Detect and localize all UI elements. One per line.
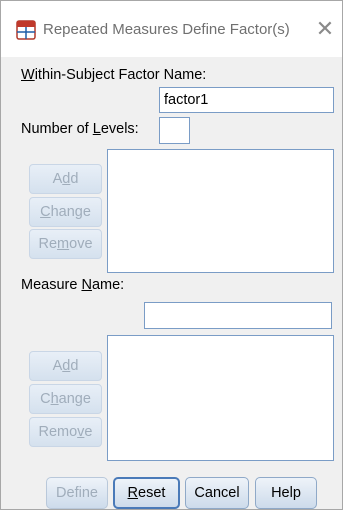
help-button[interactable]: Help — [255, 477, 317, 509]
define-factors-dialog: Repeated Measures Define Factor(s) ✕ Wit… — [0, 0, 343, 510]
factor-change-button[interactable]: Change — [29, 197, 102, 227]
measure-remove-button[interactable]: Remove — [29, 417, 102, 447]
define-button[interactable]: Define — [46, 477, 108, 509]
factor-add-button[interactable]: Add — [29, 164, 102, 194]
cancel-button[interactable]: Cancel — [185, 477, 249, 509]
reset-button[interactable]: Reset — [113, 477, 180, 509]
measure-name-label: Measure Name: — [21, 277, 125, 293]
title-bar: Repeated Measures Define Factor(s) ✕ — [1, 1, 342, 57]
factor-remove-button[interactable]: Remove — [29, 229, 102, 259]
measure-change-button[interactable]: Change — [29, 384, 102, 414]
window-title: Repeated Measures Define Factor(s) — [43, 21, 290, 38]
levels-label: Number of Levels: — [21, 121, 139, 137]
measure-list[interactable] — [107, 335, 334, 461]
measure-add-button[interactable]: Add — [29, 351, 102, 381]
factor-list[interactable] — [107, 149, 334, 273]
measure-name-input[interactable] — [144, 302, 332, 329]
spss-app-icon — [15, 19, 37, 41]
factor-name-label: Within-Subject Factor Name: — [21, 67, 207, 83]
levels-input[interactable] — [159, 117, 190, 144]
factor-name-input[interactable]: factor1 — [159, 87, 334, 113]
close-icon[interactable]: ✕ — [315, 16, 335, 42]
